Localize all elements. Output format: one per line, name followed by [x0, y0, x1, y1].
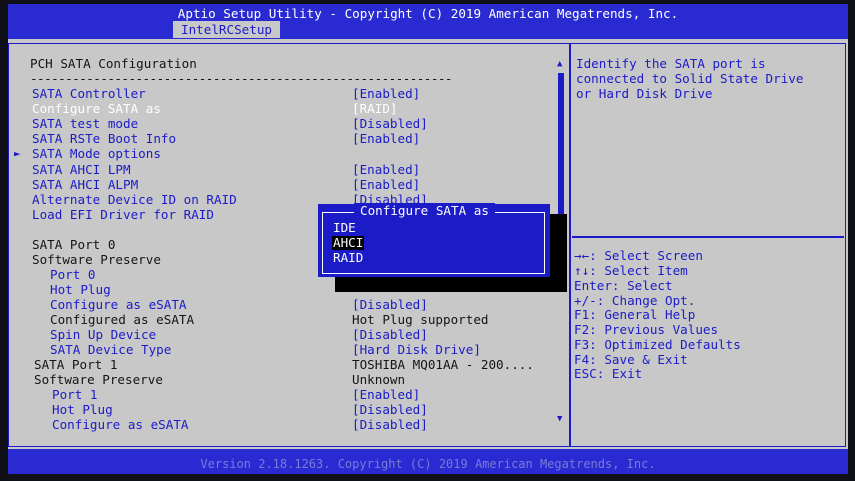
key-select-screen: →←: Select Screen — [574, 248, 703, 263]
key-previous-values: F2: Previous Values — [574, 322, 719, 337]
key-enter-select: Enter: Select — [574, 278, 673, 293]
key-change-opt: +/-: Change Opt. — [574, 293, 696, 308]
sata-rste-boot-info-label[interactable]: SATA RSTe Boot Info — [32, 131, 176, 146]
bios-screen: Aptio Setup Utility - Copyright (C) 2019… — [8, 4, 848, 474]
configure-sata-popup: Configure SATA as IDE AHCI RAID — [318, 203, 550, 277]
port0-spin-up-label[interactable]: Spin Up Device — [50, 327, 156, 342]
port0-device-type-value[interactable]: [Hard Disk Drive] — [352, 342, 481, 357]
sata-controller-label[interactable]: SATA Controller — [32, 86, 146, 101]
sata-ahci-lpm-label[interactable]: SATA AHCI LPM — [32, 162, 131, 177]
help-frame — [570, 43, 846, 447]
sata-ahci-alpm-value[interactable]: [Enabled] — [352, 177, 420, 192]
help-line-3: or Hard Disk Drive — [576, 86, 713, 101]
port1-configure-esata-value[interactable]: [Disabled] — [352, 417, 428, 432]
option-raid[interactable]: RAID — [333, 251, 363, 265]
port0-port-label[interactable]: Port 0 — [50, 267, 96, 282]
help-panel: Identify the SATA port is connected to S… — [570, 39, 848, 449]
popup-title: Configure SATA as — [354, 203, 495, 218]
load-efi-driver-label[interactable]: Load EFI Driver for RAID — [32, 207, 214, 222]
scroll-up-icon[interactable]: ▲ — [557, 59, 562, 69]
help-line-1: Identify the SATA port is — [576, 56, 766, 71]
option-ide[interactable]: IDE — [333, 221, 356, 235]
sata-controller-value[interactable]: [Enabled] — [352, 86, 420, 101]
sata-port-1-device: TOSHIBA MQ01AA - 200.... — [352, 357, 534, 372]
port1-port-label[interactable]: Port 1 — [52, 387, 98, 402]
port0-configured-esata-label: Configured as eSATA — [50, 312, 195, 327]
sata-test-mode-value[interactable]: [Disabled] — [352, 116, 428, 131]
port0-hot-plug-label[interactable]: Hot Plug — [50, 282, 111, 297]
scrollbar-thumb[interactable] — [558, 73, 564, 219]
port1-software-preserve-value: Unknown — [352, 372, 406, 387]
port1-hot-plug-value[interactable]: [Disabled] — [352, 402, 428, 417]
app-title: Aptio Setup Utility - Copyright (C) 2019… — [177, 6, 679, 21]
port1-hot-plug-label[interactable]: Hot Plug — [52, 402, 113, 417]
section-divider: ----------------------------------------… — [30, 71, 452, 86]
port0-spin-up-value[interactable]: [Disabled] — [352, 327, 428, 342]
port0-device-type-label[interactable]: SATA Device Type — [50, 342, 171, 357]
submenu-pointer-icon: ► — [14, 147, 21, 160]
port0-configure-esata-value[interactable]: [Disabled] — [352, 297, 428, 312]
key-esc-exit: ESC: Exit — [574, 366, 643, 381]
status-bar: Version 2.18.1263. Copyright (C) 2019 Am… — [8, 449, 848, 474]
port0-configure-esata-label[interactable]: Configure as eSATA — [50, 297, 186, 312]
option-ahci[interactable]: AHCI — [332, 236, 365, 250]
port0-software-preserve-label: Software Preserve — [32, 252, 161, 267]
help-divider — [572, 236, 844, 238]
version-footer: Version 2.18.1263. Copyright (C) 2019 Am… — [200, 457, 656, 471]
tab-intelrcsetup[interactable]: IntelRCSetup — [173, 21, 280, 38]
port1-software-preserve-label: Software Preserve — [34, 372, 163, 387]
key-select-item: ↑↓: Select Item — [574, 263, 688, 278]
sata-port-1-header: SATA Port 1 — [34, 357, 118, 372]
port0-configured-esata-value: Hot Plug supported — [352, 312, 489, 327]
help-line-2: connected to Solid State Drive — [576, 71, 804, 86]
sata-test-mode-label[interactable]: SATA test mode — [32, 116, 138, 131]
alternate-device-id-label[interactable]: Alternate Device ID on RAID — [32, 192, 237, 207]
sata-mode-options-link[interactable]: SATA Mode options — [32, 146, 161, 161]
sata-rste-boot-info-value[interactable]: [Enabled] — [352, 131, 420, 146]
page-title: PCH SATA Configuration — [30, 56, 197, 71]
sata-ahci-lpm-value[interactable]: [Enabled] — [352, 162, 420, 177]
port1-configure-esata-label[interactable]: Configure as eSATA — [52, 417, 188, 432]
configure-sata-as-label[interactable]: Configure SATA as — [32, 101, 161, 116]
scroll-down-icon[interactable]: ▼ — [557, 414, 562, 424]
sata-ahci-alpm-label[interactable]: SATA AHCI ALPM — [32, 177, 138, 192]
sata-port-0-header: SATA Port 0 — [32, 237, 116, 252]
key-optimized-defaults: F3: Optimized Defaults — [574, 337, 741, 352]
key-save-exit: F4: Save & Exit — [574, 352, 688, 367]
title-bar: Aptio Setup Utility - Copyright (C) 2019… — [8, 4, 848, 39]
key-general-help: F1: General Help — [574, 307, 696, 322]
configure-sata-as-value[interactable]: [RAID] — [352, 101, 398, 116]
port1-port-value[interactable]: [Enabled] — [352, 387, 420, 402]
